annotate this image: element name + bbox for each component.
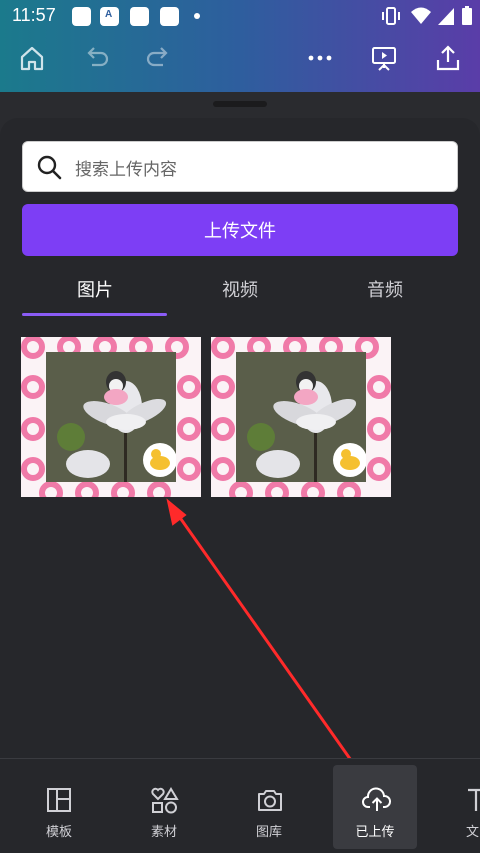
- nav-label: 文: [466, 825, 480, 840]
- notification-letter: A: [105, 9, 113, 20]
- home-button[interactable]: [16, 42, 48, 74]
- nav-elements[interactable]: 素材: [122, 765, 206, 849]
- nav-templates[interactable]: 模板: [17, 765, 101, 849]
- wifi-icon: [411, 7, 431, 24]
- search-placeholder: 搜索上传内容: [75, 160, 177, 180]
- selected-tab-indicator: [22, 313, 167, 316]
- flower-photo: [236, 352, 366, 482]
- nav-uploads[interactable]: 已上传: [333, 765, 417, 849]
- tab-audio[interactable]: 音频: [367, 276, 403, 302]
- uploaded-image-thumbnail[interactable]: [21, 337, 201, 497]
- more-options-button[interactable]: [304, 42, 336, 74]
- status-time: 11:57: [12, 5, 56, 25]
- upload-files-button[interactable]: 上传文件: [22, 204, 458, 256]
- undo-button[interactable]: [80, 42, 112, 74]
- redo-button[interactable]: [143, 42, 175, 74]
- media-type-tabs: 图片 视频 音频: [22, 272, 458, 316]
- battery-icon: [462, 6, 472, 25]
- vibrate-icon: [382, 7, 400, 25]
- bottom-navigation: 模板 素材 图库 已上传 文: [0, 758, 480, 853]
- uploaded-image-thumbnail[interactable]: [211, 337, 391, 497]
- notification-icon: [72, 7, 91, 26]
- more-notifications-dot: [194, 13, 200, 19]
- home-icon: [20, 46, 44, 71]
- nav-label: 图库: [255, 825, 282, 840]
- text-icon: [468, 788, 480, 811]
- presentation-icon: [372, 47, 396, 71]
- notification-icon: [160, 7, 179, 26]
- flower-photo: [46, 352, 176, 482]
- nav-label: 已上传: [355, 825, 395, 840]
- status-bar: 11:57 A: [0, 0, 480, 32]
- layout-icon: [47, 788, 71, 812]
- search-icon: [37, 155, 62, 180]
- editor-header: 11:57 A: [0, 0, 480, 92]
- signal-icon: [438, 8, 454, 25]
- search-input[interactable]: 搜索上传内容: [22, 141, 458, 192]
- nav-label: 模板: [45, 825, 72, 840]
- tab-videos[interactable]: 视频: [222, 276, 258, 302]
- nav-photos[interactable]: 图库: [227, 765, 311, 849]
- share-button[interactable]: [432, 42, 464, 74]
- tab-images[interactable]: 图片: [77, 276, 113, 302]
- nav-text[interactable]: 文: [438, 765, 480, 849]
- more-icon: [308, 55, 332, 61]
- cloud-upload-icon: [362, 787, 391, 811]
- undo-icon: [87, 47, 109, 67]
- notification-icon: [130, 7, 149, 26]
- elements-icon: [151, 787, 179, 814]
- notification-icon: A: [100, 7, 119, 26]
- nav-label: 素材: [150, 825, 177, 840]
- camera-icon: [258, 790, 282, 811]
- sheet-drag-handle[interactable]: [213, 101, 267, 107]
- redo-icon: [146, 47, 168, 67]
- share-upload-icon: [436, 45, 460, 71]
- present-button[interactable]: [368, 42, 400, 74]
